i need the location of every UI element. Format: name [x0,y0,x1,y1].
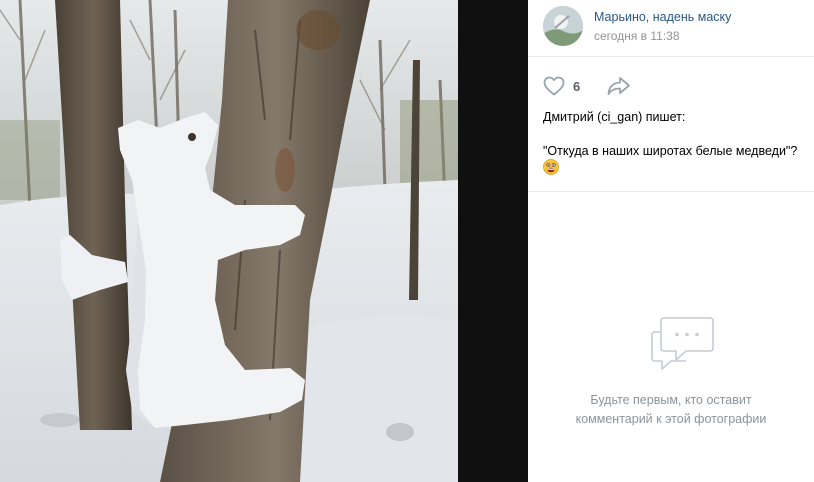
share-icon[interactable] [607,76,631,96]
comments-empty-text: Будьте первым, кто оставит комментарий к… [528,391,814,429]
comments-empty-line1: Будьте первым, кто оставит [590,393,752,407]
comment-bubbles-icon [651,317,714,370]
group-name-link[interactable]: Марьино, надень маску [594,10,731,24]
post-author-line: Дмитрий (ci_gan) пишет: [543,110,686,124]
grinning-face-icon [543,159,559,176]
photo-info-panel: Марьино, надень маску сегодня в 11:38 6 … [528,0,814,482]
avatar-image [543,6,583,46]
photo-snow-sculpture [0,0,458,482]
post-caption: "Откуда в наших широтах белые медведи"? [543,143,809,177]
group-avatar[interactable] [543,6,583,46]
heart-icon[interactable] [543,76,565,96]
caption-text: "Откуда в наших широтах белые медведи"? [543,144,798,158]
post-header: Марьино, надень маску сегодня в 11:38 [528,0,814,57]
viewer-background [458,0,528,482]
post-time[interactable]: сегодня в 11:38 [594,29,680,43]
comments-empty-state: Будьте первым, кто оставит комментарий к… [528,192,814,482]
post-actions: 6 [528,57,814,103]
photo-viewer-image[interactable] [0,0,458,482]
like-count: 6 [573,79,581,94]
comments-empty-line2: комментарий к этой фотографии [575,412,767,426]
